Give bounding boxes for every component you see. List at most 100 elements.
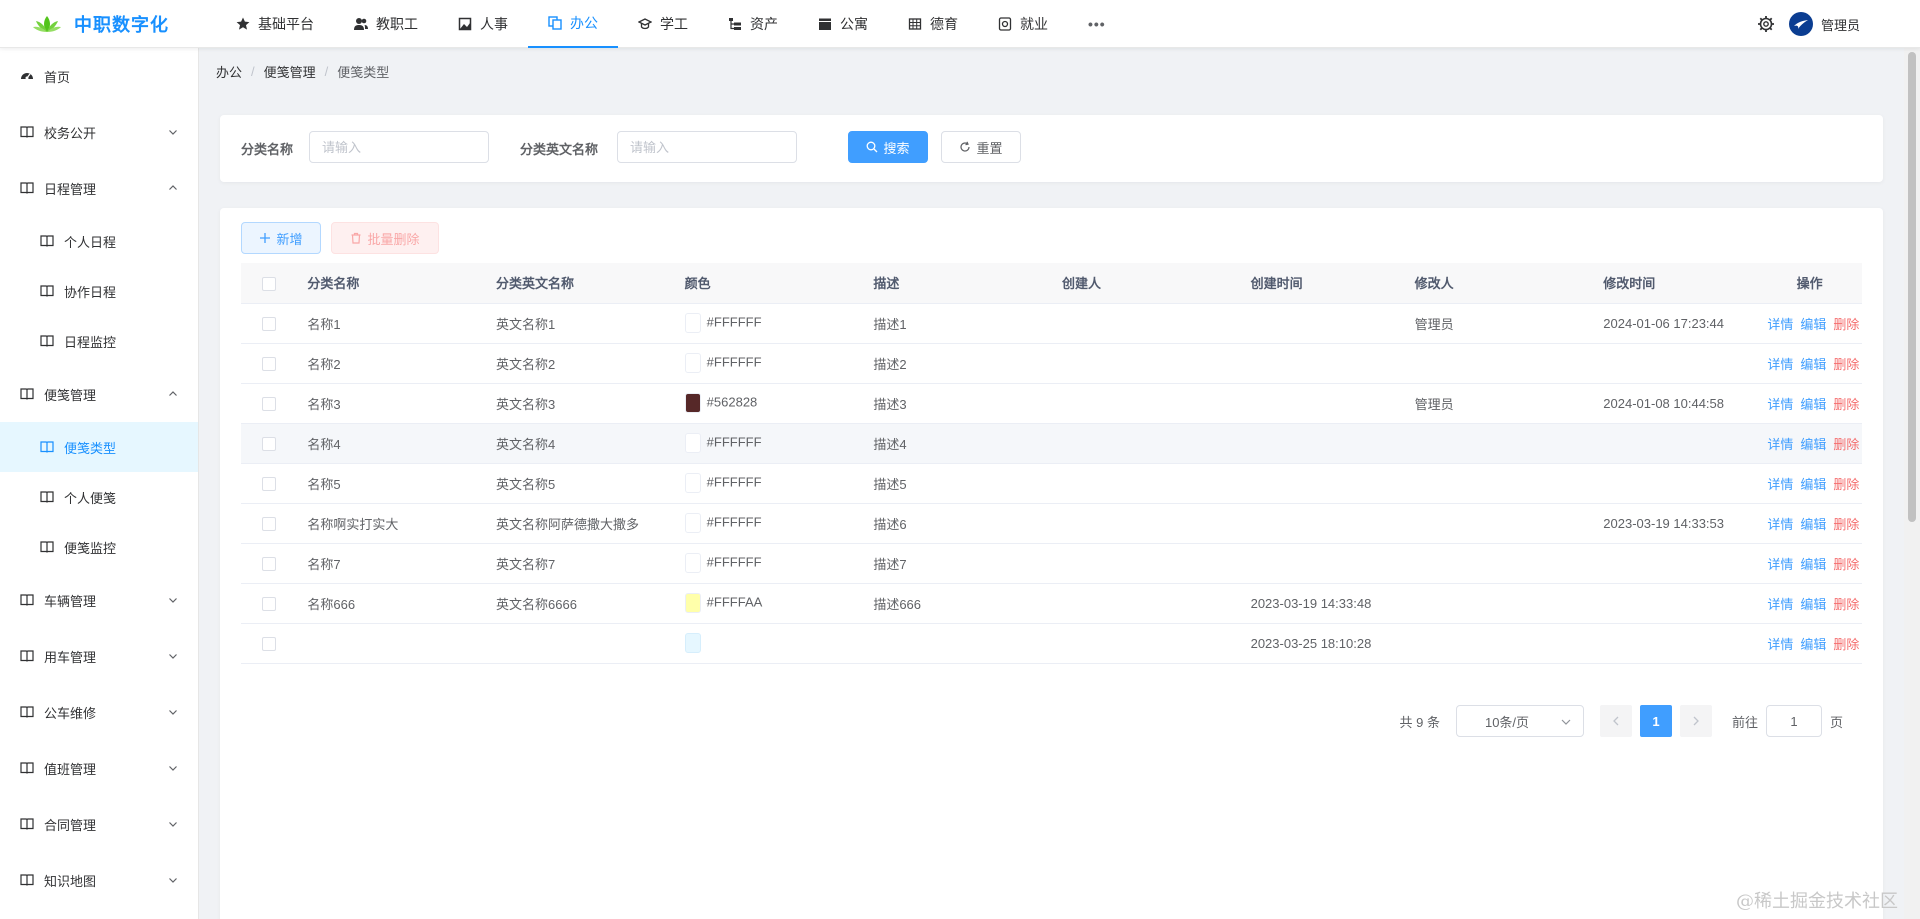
delete-link[interactable]: 删除 (1833, 434, 1859, 453)
nav-item-office[interactable]: 办公 (528, 0, 618, 48)
batch-delete-button[interactable]: 批量删除 (331, 222, 439, 254)
delete-link[interactable]: 删除 (1833, 314, 1859, 333)
sidebar-item-knowledge-map[interactable]: 知识地图 (0, 852, 198, 908)
nav-item-basic-platform[interactable]: 基础平台 (216, 0, 334, 48)
reset-button[interactable]: 重置 (941, 131, 1021, 163)
row-checkbox[interactable] (262, 316, 277, 331)
row-select-cell[interactable] (241, 343, 298, 384)
scrollbar-thumb[interactable] (1908, 52, 1916, 522)
edit-link[interactable]: 编辑 (1800, 594, 1826, 613)
edit-link[interactable]: 编辑 (1800, 314, 1826, 333)
sidebar-item-personal-schedule[interactable]: 个人日程 (0, 216, 198, 266)
sidebar-item-schedule[interactable]: 日程管理 (0, 160, 198, 216)
cell-creator (1051, 423, 1241, 464)
delete-link[interactable]: 删除 (1833, 354, 1859, 373)
sidebar-item-vehicle-use[interactable]: 用车管理 (0, 628, 198, 684)
table-row: 名称2 英文名称2 #FFFFFF 描述2 详情 编辑 删除 (241, 343, 1862, 384)
more-menu-button[interactable]: ••• (1068, 0, 1126, 48)
detail-link[interactable]: 详情 (1767, 474, 1793, 493)
nav-item-moral-education[interactable]: 德育 (888, 0, 978, 48)
cell-modified-time: 2024-01-06 17:23:44 (1593, 303, 1758, 344)
users-icon (354, 18, 368, 30)
row-select-cell[interactable] (241, 303, 298, 344)
detail-link[interactable]: 详情 (1767, 594, 1793, 613)
header-select-all[interactable] (241, 263, 298, 304)
delete-link[interactable]: 删除 (1833, 474, 1859, 493)
row-checkbox[interactable] (262, 556, 277, 571)
delete-link[interactable]: 删除 (1833, 514, 1859, 533)
nav-item-hr[interactable]: 人事 (438, 0, 528, 48)
row-checkbox[interactable] (262, 396, 277, 411)
edit-link[interactable]: 编辑 (1800, 394, 1826, 413)
delete-link[interactable]: 删除 (1833, 594, 1859, 613)
table-row: 名称3 英文名称3 #562828 描述3 管理员 2024-01-08 10:44:58… (241, 383, 1862, 424)
detail-link[interactable]: 详情 (1767, 434, 1793, 453)
detail-link[interactable]: 详情 (1767, 314, 1793, 333)
sidebar-item-notes[interactable]: 便笺管理 (0, 366, 198, 422)
row-select-cell[interactable] (241, 583, 298, 624)
category-en-name-input[interactable] (617, 131, 797, 163)
logo[interactable]: 中职数字化 (32, 10, 169, 38)
row-checkbox[interactable] (262, 476, 277, 491)
edit-link[interactable]: 编辑 (1800, 434, 1826, 453)
sidebar-item-personal-notes[interactable]: 个人便笺 (0, 472, 198, 522)
category-name-input[interactable] (309, 131, 489, 163)
row-select-cell[interactable] (241, 503, 298, 544)
sidebar-item-school-affairs[interactable]: 校务公开 (0, 104, 198, 160)
gear-icon[interactable] (1757, 15, 1775, 33)
row-checkbox[interactable] (262, 356, 277, 371)
avatar[interactable] (1788, 12, 1813, 36)
row-checkbox[interactable] (262, 596, 277, 611)
select-all-checkbox[interactable] (262, 276, 277, 291)
detail-link[interactable]: 详情 (1767, 634, 1793, 653)
sidebar-item-note-types[interactable]: 便笺类型 (0, 422, 198, 472)
row-checkbox[interactable] (262, 636, 277, 651)
edit-link[interactable]: 编辑 (1800, 634, 1826, 653)
row-select-cell[interactable] (241, 623, 298, 664)
row-select-cell[interactable] (241, 423, 298, 464)
add-button[interactable]: 新增 (241, 222, 321, 254)
sidebar-item-vehicle-repair[interactable]: 公车维修 (0, 684, 198, 740)
page-scrollbar[interactable] (1904, 48, 1920, 919)
nav-item-employment[interactable]: 就业 (978, 0, 1068, 48)
page-size-select[interactable]: 10条/页 (1455, 705, 1584, 737)
next-page-button[interactable] (1679, 705, 1712, 737)
sidebar-item-duty[interactable]: 值班管理 (0, 740, 198, 796)
edit-link[interactable]: 编辑 (1800, 354, 1826, 373)
nav-item-apartment[interactable]: 公寓 (798, 0, 888, 48)
nav-item-student-affairs[interactable]: 学工 (618, 0, 708, 48)
edit-link[interactable]: 编辑 (1800, 474, 1826, 493)
page-number-current[interactable]: 1 (1639, 705, 1672, 737)
breadcrumb-item[interactable]: 便笺管理 (264, 62, 316, 81)
goto-page-input[interactable] (1765, 705, 1822, 737)
detail-link[interactable]: 详情 (1767, 514, 1793, 533)
search-icon (867, 141, 878, 153)
sidebar-item-schedule-monitor[interactable]: 日程监控 (0, 316, 198, 366)
breadcrumb-item[interactable]: 办公 (216, 62, 242, 81)
row-select-cell[interactable] (241, 383, 298, 424)
row-select-cell[interactable] (241, 463, 298, 504)
nav-item-staff[interactable]: 教职工 (334, 0, 438, 48)
delete-link[interactable]: 删除 (1833, 634, 1859, 653)
detail-link[interactable]: 详情 (1767, 394, 1793, 413)
prev-page-button[interactable] (1599, 705, 1632, 737)
color-hex: #FFFFFF (706, 434, 762, 450)
sidebar-item-vehicles[interactable]: 车辆管理 (0, 572, 198, 628)
edit-link[interactable]: 编辑 (1800, 514, 1826, 533)
row-checkbox[interactable] (262, 436, 277, 451)
row-select-cell[interactable] (241, 543, 298, 584)
sidebar-item-contracts[interactable]: 合同管理 (0, 796, 198, 852)
row-checkbox[interactable] (262, 516, 277, 531)
sidebar-item-home[interactable]: 首页 (0, 48, 198, 104)
edit-link[interactable]: 编辑 (1800, 554, 1826, 573)
sidebar-item-collab-schedule[interactable]: 协作日程 (0, 266, 198, 316)
detail-link[interactable]: 详情 (1767, 554, 1793, 573)
detail-link[interactable]: 详情 (1767, 354, 1793, 373)
sidebar-item-note-monitor[interactable]: 便笺监控 (0, 522, 198, 572)
color-hex: #FFFFFF (706, 474, 762, 490)
delete-link[interactable]: 删除 (1833, 554, 1859, 573)
username[interactable]: 管理员 (1821, 15, 1860, 34)
nav-item-assets[interactable]: 资产 (708, 0, 798, 48)
search-button[interactable]: 搜索 (848, 131, 928, 163)
delete-link[interactable]: 删除 (1833, 394, 1859, 413)
